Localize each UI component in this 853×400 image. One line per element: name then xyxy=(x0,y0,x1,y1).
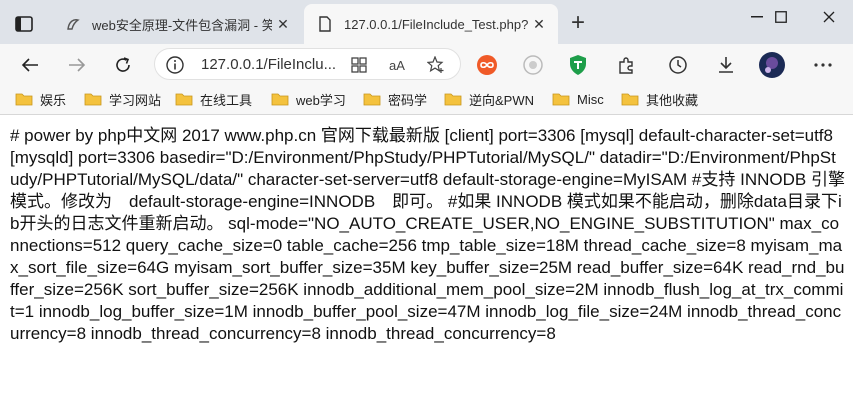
read-aloud-icon[interactable]: aA xyxy=(386,54,408,76)
downloads-button[interactable] xyxy=(711,50,741,80)
back-arrow-icon xyxy=(21,58,38,72)
bookmark-folder[interactable]: 密码学 xyxy=(363,88,427,110)
bookmark-folder[interactable]: 学习网站 xyxy=(84,88,161,110)
navigation-toolbar: 127.0.0.1/FileInclu... aA xyxy=(0,44,853,84)
address-bar[interactable]: 127.0.0.1/FileInclu... aA xyxy=(154,48,461,80)
url-text[interactable]: 127.0.0.1/FileInclu... xyxy=(201,56,336,73)
folder-icon xyxy=(621,93,639,106)
more-menu-button[interactable] xyxy=(808,50,838,80)
bookmark-label: 娱乐 xyxy=(40,92,67,108)
close-window-button[interactable] xyxy=(805,0,853,34)
new-tab-button[interactable]: + xyxy=(566,11,590,36)
info-icon[interactable] xyxy=(165,55,185,75)
folder-icon xyxy=(175,93,193,106)
close-icon xyxy=(823,11,835,23)
bookmark-label: 密码学 xyxy=(388,92,428,108)
tab-title: web安全原理-文件包含漏洞 - 笑 xyxy=(92,17,272,33)
folder-icon xyxy=(84,93,102,106)
tab-inactive[interactable]: web安全原理-文件包含漏洞 - 笑 ✕ xyxy=(52,4,302,44)
avatar xyxy=(759,52,785,78)
history-icon xyxy=(669,56,687,74)
bookmark-label: 逆向&PWN xyxy=(469,92,535,108)
shield-extension-icon[interactable] xyxy=(563,50,593,80)
gray-extension-icon[interactable] xyxy=(518,50,548,80)
bookmark-label: web学习 xyxy=(296,92,346,108)
puzzle-extension-icon[interactable] xyxy=(611,50,641,80)
folder-icon xyxy=(271,93,289,106)
forward-arrow-icon xyxy=(69,58,86,72)
bookmarks-bar: 娱乐 学习网站 在线工具 web学习 密码学 逆向&PWN Misc 其他收藏 xyxy=(0,84,853,115)
folder-icon xyxy=(444,93,462,106)
tab-title: 127.0.0.1/FileInclude_Test.php?fil xyxy=(344,16,528,32)
refresh-icon xyxy=(116,57,130,72)
bookmark-folder[interactable]: Misc xyxy=(552,88,604,110)
refresh-button[interactable] xyxy=(108,50,138,80)
add-favorite-icon[interactable] xyxy=(425,54,447,76)
bookmark-folder[interactable]: 在线工具 xyxy=(175,88,252,110)
page-content: # power by php中文网 2017 www.php.cn 官网下载最新… xyxy=(10,126,845,343)
bookmark-folder[interactable]: 逆向&PWN xyxy=(444,88,534,110)
bookmark-label: 学习网站 xyxy=(109,92,162,108)
bookmark-label: 在线工具 xyxy=(200,92,253,108)
download-icon xyxy=(719,57,733,73)
infinity-extension-icon[interactable] xyxy=(472,50,502,80)
folder-icon xyxy=(552,93,570,106)
more-menu-icon xyxy=(814,63,832,67)
bookmark-label: Misc xyxy=(577,91,604,107)
tab-active[interactable]: 127.0.0.1/FileInclude_Test.php?fil ✕ xyxy=(304,4,558,44)
close-tab-icon[interactable]: ✕ xyxy=(528,13,550,35)
bookmark-folder[interactable]: 娱乐 xyxy=(15,88,66,110)
tab-actions-icon xyxy=(15,16,33,32)
back-button[interactable] xyxy=(15,50,45,80)
forward-button[interactable] xyxy=(62,50,92,80)
bookmark-label: 其他收藏 xyxy=(646,92,699,108)
maximize-icon xyxy=(775,11,787,23)
app-grid-icon[interactable] xyxy=(348,54,370,76)
tab-favicon-icon xyxy=(64,15,82,33)
folder-icon xyxy=(363,93,381,106)
folder-icon xyxy=(15,93,33,106)
close-tab-icon[interactable]: ✕ xyxy=(272,13,294,35)
history-button[interactable] xyxy=(663,50,693,80)
page-icon xyxy=(316,15,334,33)
profile-button[interactable] xyxy=(757,50,787,80)
title-bar: web安全原理-文件包含漏洞 - 笑 ✕ 127.0.0.1/FileInclu… xyxy=(0,0,853,44)
maximize-button[interactable] xyxy=(757,0,805,34)
bookmark-folder[interactable]: web学习 xyxy=(271,88,346,110)
tab-actions-button[interactable] xyxy=(8,10,40,38)
bookmark-folder[interactable]: 其他收藏 xyxy=(621,88,698,110)
